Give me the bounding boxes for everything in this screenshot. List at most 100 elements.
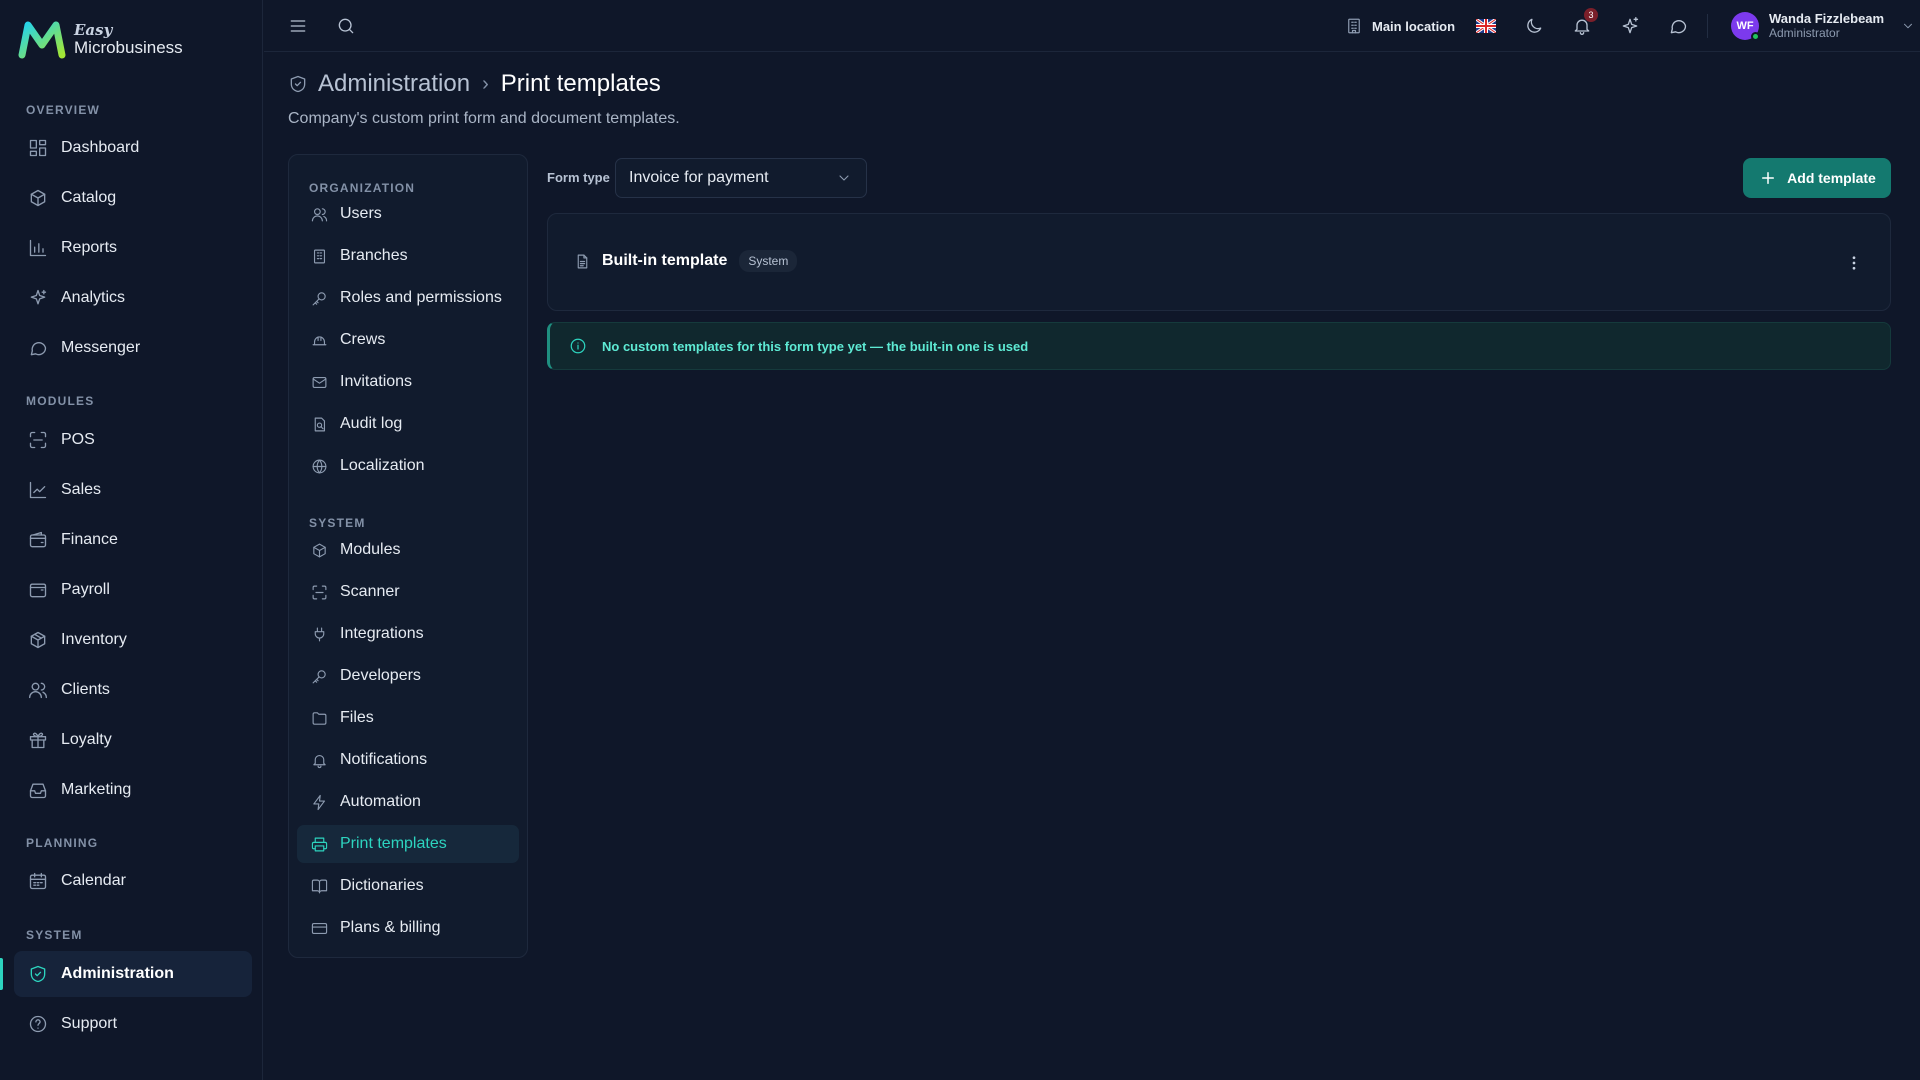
sidebar-item-clients[interactable]: Clients [14, 667, 252, 713]
menu-toggle-button[interactable] [286, 14, 310, 38]
add-template-button[interactable]: Add template [1743, 158, 1891, 198]
user-menu[interactable]: WF Wanda Fizzlebeam Administrator [1731, 10, 1918, 42]
template-actions-button[interactable] [1844, 252, 1864, 274]
sidebar-item-sales[interactable]: Sales [14, 467, 252, 513]
admin-nav-item-print-templates[interactable]: Print templates [297, 825, 519, 863]
admin-nav-label: Integrations [340, 625, 424, 642]
messenger-icon [28, 338, 48, 358]
sidebar-item-dashboard[interactable]: Dashboard [14, 125, 252, 171]
logo-tagline: Easy [74, 20, 113, 39]
sidebar-item-label: Inventory [61, 631, 127, 648]
status-badge: System [739, 250, 798, 272]
language-button[interactable] [1474, 14, 1498, 38]
admin-nav-item-dictionaries[interactable]: Dictionaries [297, 867, 519, 905]
breadcrumb-parent-link[interactable]: Administration [318, 70, 470, 98]
sidebar-item-label: Marketing [61, 781, 132, 798]
location-selector[interactable]: Main location [1344, 14, 1455, 38]
sidebar-item-finance[interactable]: Finance [14, 517, 252, 563]
breadcrumb-separator: › [482, 72, 489, 95]
avatar-initials: WF [1736, 20, 1754, 32]
sidebar-item-messenger[interactable]: Messenger [14, 325, 252, 371]
template-card[interactable]: Built-in template System [547, 213, 1891, 311]
sidebar-item-marketing[interactable]: Marketing [14, 767, 252, 813]
sidebar-item-loyalty[interactable]: Loyalty [14, 717, 252, 763]
admin-nav-item-integrations[interactable]: Integrations [297, 615, 519, 653]
credit-card-icon [309, 918, 329, 938]
sidebar-item-payroll[interactable]: Payroll [14, 567, 252, 613]
form-type-value: Invoice for payment [629, 169, 769, 186]
page-header: Administration › Print templates Company… [288, 68, 680, 128]
analytics-icon [28, 288, 48, 308]
admin-nav-item-modules[interactable]: Modules [297, 531, 519, 569]
app-logo[interactable]: Easy Microbusiness [18, 18, 183, 60]
sidebar-item-label: Support [61, 1015, 118, 1032]
building-icon [309, 246, 329, 266]
chevron-down-icon [834, 168, 854, 188]
admin-nav-item-files[interactable]: Files [297, 699, 519, 737]
user-role: Administrator [1769, 25, 1840, 40]
admin-nav-panel: ORGANIZATION Users Branches Roles and pe… [288, 154, 528, 958]
plus-icon [1758, 168, 1778, 188]
admin-nav-item-localization[interactable]: Localization [297, 447, 519, 485]
ai-assistant-button[interactable] [1618, 14, 1642, 38]
zap-icon [309, 792, 329, 812]
users-icon [309, 204, 329, 224]
active-indicator [0, 958, 3, 990]
admin-nav-item-invitations[interactable]: Invitations [297, 363, 519, 401]
admin-nav-item-users[interactable]: Users [297, 195, 519, 233]
sidebar-item-pos[interactable]: POS [14, 417, 252, 463]
sidebar-item-label: Analytics [61, 289, 126, 306]
box-icon [28, 630, 48, 650]
plug-icon [309, 624, 329, 644]
admin-nav-item-roles[interactable]: Roles and permissions [297, 279, 519, 317]
admin-nav-label: Scanner [340, 583, 400, 600]
sidebar-item-label: Messenger [61, 339, 141, 356]
sidebar-item-analytics[interactable]: Analytics [14, 275, 252, 321]
users-icon [28, 680, 48, 700]
notifications-button[interactable]: 3 [1570, 8, 1598, 38]
admin-nav-item-automation[interactable]: Automation [297, 783, 519, 821]
admin-nav-label: Branches [340, 247, 408, 264]
admin-nav-item-developers[interactable]: Developers [297, 657, 519, 695]
sidebar-item-catalog[interactable]: Catalog [14, 175, 252, 221]
more-vertical-icon [1852, 256, 1856, 270]
sidebar-item-calendar[interactable]: Calendar [14, 858, 252, 904]
shield-icon [288, 74, 308, 94]
sidebar-item-label: Sales [61, 481, 102, 498]
theme-toggle-button[interactable] [1522, 14, 1546, 38]
messages-button[interactable] [1666, 14, 1690, 38]
info-banner: No custom templates for this form type y… [547, 322, 1891, 370]
admin-nav-section-organization: ORGANIZATION [309, 181, 416, 195]
catalog-icon [28, 188, 48, 208]
form-type-select[interactable]: Invoice for payment [615, 158, 867, 198]
sidebar-item-support[interactable]: Support [14, 1001, 252, 1047]
sidebar-section-planning: PLANNING [26, 836, 99, 850]
admin-nav-item-crews[interactable]: Crews [297, 321, 519, 359]
sidebar-item-label: POS [61, 431, 95, 448]
payroll-icon [28, 580, 48, 600]
search-button[interactable] [334, 14, 358, 38]
main-sidebar: Easy Microbusiness OVERVIEW Dashboard Ca… [0, 0, 263, 1080]
admin-nav-item-notifications[interactable]: Notifications [297, 741, 519, 779]
globe-icon [309, 456, 329, 476]
notification-count-badge: 3 [1584, 8, 1598, 22]
sidebar-item-label: Clients [61, 681, 110, 698]
sidebar-item-inventory[interactable]: Inventory [14, 617, 252, 663]
admin-nav-item-scanner[interactable]: Scanner [297, 573, 519, 611]
admin-nav-label: Audit log [340, 415, 403, 432]
inbox-icon [28, 780, 48, 800]
admin-nav-item-branches[interactable]: Branches [297, 237, 519, 275]
admin-nav-label: Roles and permissions [340, 289, 502, 306]
hard-hat-icon [309, 330, 329, 350]
admin-nav-label: Invitations [340, 373, 413, 390]
template-name: Built-in template [602, 252, 728, 269]
admin-nav-item-plans-billing[interactable]: Plans & billing [297, 909, 519, 947]
sidebar-item-administration[interactable]: Administration [14, 951, 252, 997]
admin-nav-label: Users [340, 205, 382, 222]
admin-nav-item-audit-log[interactable]: Audit log [297, 405, 519, 443]
sidebar-item-reports[interactable]: Reports [14, 225, 252, 271]
avatar: WF [1731, 12, 1760, 41]
admin-nav-label: Print templates [340, 835, 447, 852]
sidebar-item-label: Dashboard [61, 139, 140, 156]
mail-icon [309, 372, 329, 392]
